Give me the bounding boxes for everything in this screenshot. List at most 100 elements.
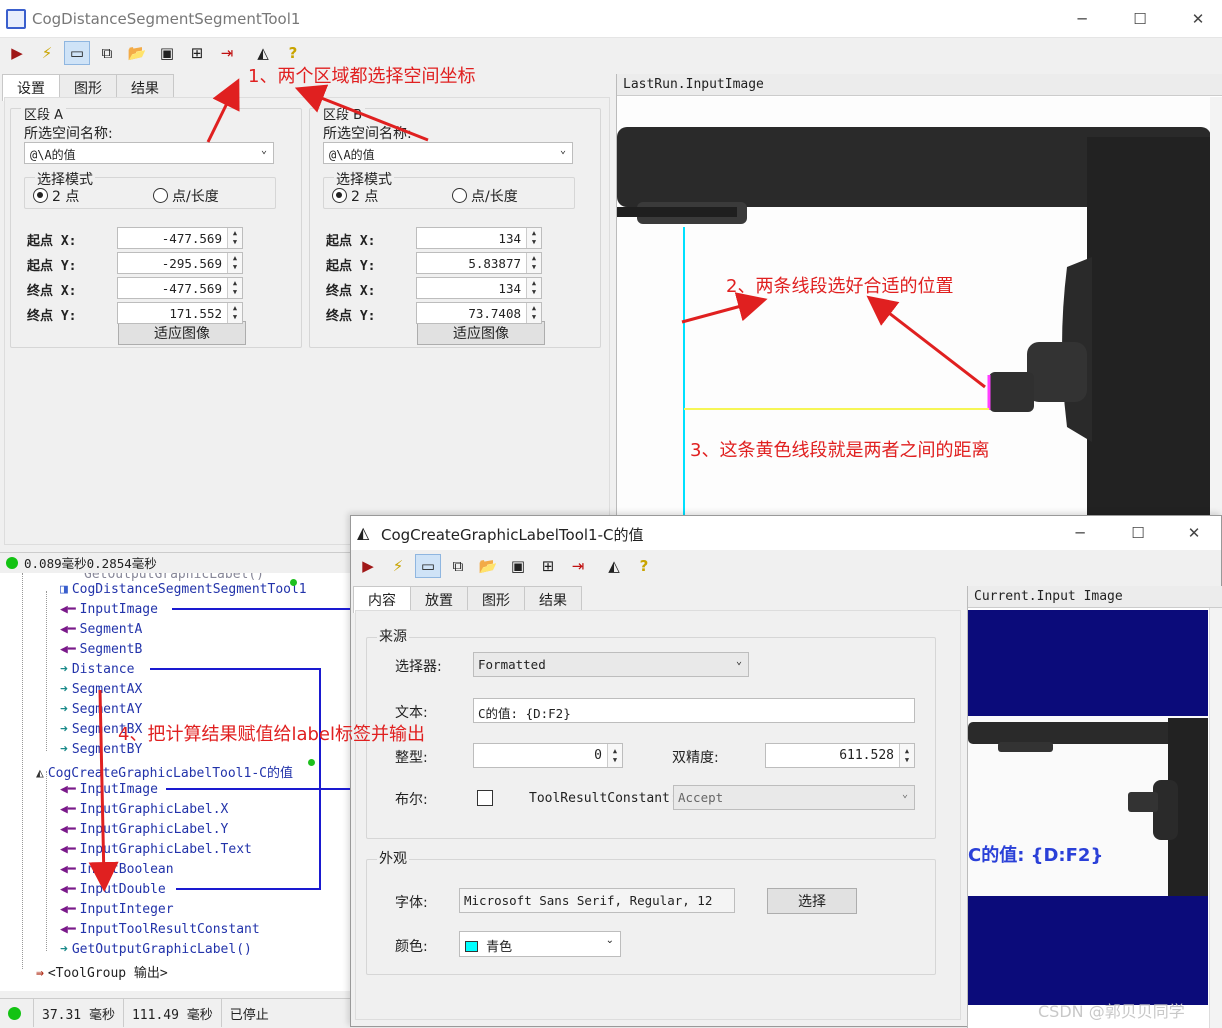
tree-node-tool2-item[interactable]: ◀━ InputImage: [60, 782, 158, 797]
copy-icon[interactable]: ⧉: [445, 554, 471, 578]
scrollbar-vertical[interactable]: [1209, 608, 1222, 1028]
tree-node-tool2-item[interactable]: ◀━ InputToolResultConstant: [60, 922, 260, 937]
inspection-image-2: [968, 610, 1208, 1005]
run-icon[interactable]: ▶: [355, 554, 381, 578]
minimize-button[interactable]: ─: [1053, 0, 1111, 37]
sega-row-input[interactable]: -477.569 ▲ ▼: [117, 227, 243, 249]
close-button[interactable]: ✕: [1165, 516, 1222, 550]
segment-a-radio-2pt[interactable]: 2 点: [33, 186, 79, 206]
tab-results[interactable]: 结果: [524, 586, 582, 613]
tree-node-tool2-item[interactable]: ◀━ InputInteger: [60, 902, 174, 917]
close-button[interactable]: ✕: [1169, 0, 1222, 37]
open-folder-icon[interactable]: 📂: [475, 554, 501, 578]
segment-b-fit-image-button[interactable]: 适应图像: [417, 321, 545, 345]
tree-node-tool1-item[interactable]: ➜ SegmentAY: [60, 702, 142, 717]
tree-node-tool2-item[interactable]: ➜ GetOutputGraphicLabel(): [60, 942, 252, 957]
scrollbar-vertical[interactable]: [1210, 97, 1222, 516]
copy-icon[interactable]: ⧉: [94, 41, 120, 65]
segment-b-radio-ptlen[interactable]: 点/长度: [452, 186, 518, 206]
spinner[interactable]: ▲ ▼: [227, 228, 242, 248]
display-icon[interactable]: ▭: [415, 554, 441, 578]
int-input[interactable]: 0 ▲ ▼: [473, 743, 623, 768]
double-spinner[interactable]: ▲ ▼: [899, 744, 914, 767]
measure-icon[interactable]: ◭: [601, 554, 627, 578]
run-icon[interactable]: ▶: [4, 41, 30, 65]
segment-b-space-label: 所选空间名称:: [323, 126, 412, 142]
double-input[interactable]: 611.528 ▲ ▼: [765, 743, 915, 768]
int-spinner[interactable]: ▲ ▼: [607, 744, 622, 767]
row-value: 134: [498, 281, 521, 296]
tree-node-tool1-item[interactable]: ◀━ SegmentA: [60, 622, 142, 637]
sega-row-input[interactable]: -295.569 ▲ ▼: [117, 252, 243, 274]
sega-row-input[interactable]: -477.569 ▲ ▼: [117, 277, 243, 299]
tree-node-tool1-item[interactable]: ◀━ SegmentB: [60, 642, 142, 657]
tree-node-tool2[interactable]: ◭ CogCreateGraphicLabelTool1-C的值: [36, 762, 293, 781]
spinner[interactable]: ▲ ▼: [227, 253, 242, 273]
minimize-button[interactable]: ─: [1051, 516, 1109, 550]
segment-a-radio-ptlen[interactable]: 点/长度: [153, 186, 219, 206]
tree-node-tool2-item[interactable]: ◀━ InputGraphicLabel.Text: [60, 842, 252, 857]
spinner[interactable]: ▲ ▼: [526, 303, 541, 323]
reset-icon[interactable]: ⊞: [184, 41, 210, 65]
text-input[interactable]: C的值: {D:F2}: [473, 698, 915, 723]
spinner[interactable]: ▲ ▼: [526, 278, 541, 298]
maximize-button[interactable]: ☐: [1109, 516, 1167, 550]
tree-node-tool1-item[interactable]: ◀━ InputImage: [60, 602, 158, 617]
segment-a-fit-image-button[interactable]: 适应图像: [118, 321, 246, 345]
annotation-2: 2、两条线段选好合适的位置: [726, 276, 954, 297]
spinner[interactable]: ▲ ▼: [526, 253, 541, 273]
spinner[interactable]: ▲ ▼: [227, 303, 242, 323]
output-arrow-icon: ➜: [60, 942, 68, 957]
electric-run-icon[interactable]: ⚡: [385, 554, 411, 578]
segb-row-input[interactable]: 134 ▲ ▼: [416, 227, 542, 249]
bool-checkbox[interactable]: [477, 790, 493, 806]
trc-select[interactable]: Accept ⌄: [673, 785, 915, 810]
tree-node-tool2-item[interactable]: ◀━ InputGraphicLabel.Y: [60, 822, 228, 837]
image-display-1-title: LastRun.InputImage: [623, 77, 764, 92]
segment-a-space-select[interactable]: @\A的值 ⌄: [24, 142, 274, 164]
row-value: 73.7408: [468, 306, 521, 321]
radio-label: 2 点: [52, 189, 80, 205]
maximize-button[interactable]: ☐: [1111, 0, 1169, 37]
selector-select[interactable]: Formatted ⌄: [473, 652, 749, 677]
tree-node-label: SegmentAX: [71, 682, 143, 697]
tree-node-tool2-item[interactable]: ◀━ InputGraphicLabel.X: [60, 802, 228, 817]
row-value: -295.569: [161, 256, 222, 271]
help-icon[interactable]: ?: [631, 554, 657, 578]
electric-run-icon[interactable]: ⚡: [34, 41, 60, 65]
segment-b-space-select[interactable]: @\A的值 ⌄: [323, 142, 573, 164]
font-select-button[interactable]: 选择: [767, 888, 857, 914]
tree-node-tool1[interactable]: ◨ CogDistanceSegmentSegmentTool1: [60, 582, 307, 597]
open-folder-icon[interactable]: 📂: [124, 41, 150, 65]
save-icon[interactable]: ▣: [505, 554, 531, 578]
segb-row-input[interactable]: 5.83877 ▲ ▼: [416, 252, 542, 274]
segb-row-label: 起点 X:: [326, 234, 376, 249]
reset-icon[interactable]: ⊞: [535, 554, 561, 578]
save-icon[interactable]: ▣: [154, 41, 180, 65]
image-display-2[interactable]: Current.Input Image C的值: {D:F2}: [967, 586, 1222, 1028]
tab-placement[interactable]: 放置: [410, 586, 468, 613]
tree-node-output[interactable]: ⇛ <ToolGroup 输出>: [36, 962, 168, 981]
color-select[interactable]: 青色 ⌄: [459, 931, 621, 957]
tab-graphics[interactable]: 图形: [467, 586, 525, 613]
output-arrow-icon: ➜: [60, 742, 68, 757]
import-icon[interactable]: ⇥: [214, 41, 240, 65]
sega-row-label: 起点 X:: [27, 234, 77, 249]
sega-row-input[interactable]: 171.552 ▲ ▼: [117, 302, 243, 324]
settings-panel: 区段 A 所选空间名称: @\A的值 ⌄ 选择模式 2 点 点/长度 适应图像 …: [4, 97, 610, 545]
display-icon[interactable]: ▭: [64, 41, 90, 65]
spinner[interactable]: ▲ ▼: [227, 278, 242, 298]
tree-node-cut[interactable]: GetOutputGraphicLabel(): [84, 573, 264, 582]
segment-b-radio-2pt[interactable]: 2 点: [332, 186, 378, 206]
font-label: 字体:: [395, 895, 428, 911]
input-arrow-icon: ◀━: [60, 642, 76, 657]
tab-content[interactable]: 内容: [353, 586, 411, 613]
segb-row-input[interactable]: 73.7408 ▲ ▼: [416, 302, 542, 324]
tree-node-tool2-item[interactable]: ◀━ InputDouble: [60, 882, 166, 897]
spinner[interactable]: ▲ ▼: [526, 228, 541, 248]
import-icon[interactable]: ⇥: [565, 554, 591, 578]
segb-row-input[interactable]: 134 ▲ ▼: [416, 277, 542, 299]
tree-node-tool2-item[interactable]: ◀━ InputBoolean: [60, 862, 174, 877]
tree-node-tool1-item[interactable]: ➜ SegmentAX: [60, 682, 142, 697]
tree-node-tool1-item[interactable]: ➜ Distance: [60, 662, 134, 677]
